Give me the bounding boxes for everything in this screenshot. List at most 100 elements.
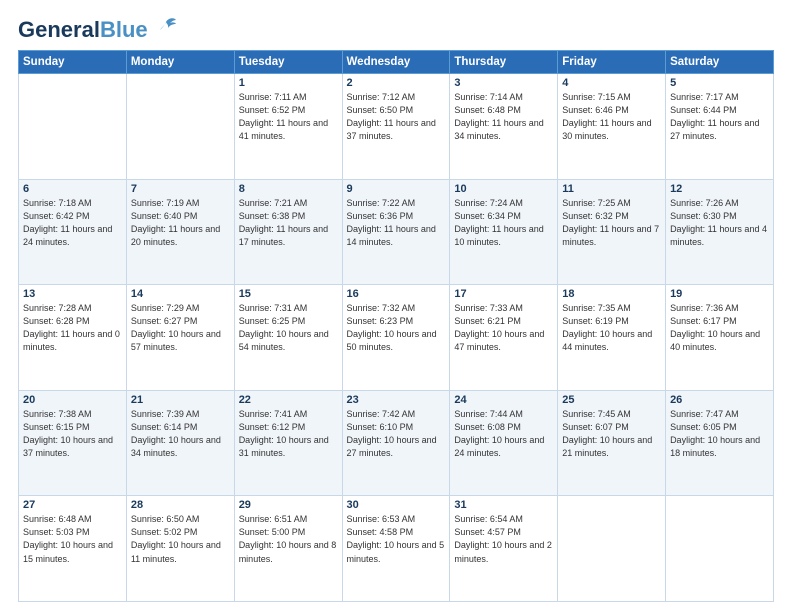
day-number: 29 — [239, 499, 338, 511]
day-number: 19 — [670, 288, 769, 300]
day-number: 26 — [670, 394, 769, 406]
day-number: 5 — [670, 77, 769, 89]
calendar-cell — [19, 74, 127, 180]
day-info: Sunrise: 7:41 AMSunset: 6:12 PMDaylight:… — [239, 408, 338, 460]
day-number: 4 — [562, 77, 661, 89]
day-info: Sunrise: 7:24 AMSunset: 6:34 PMDaylight:… — [454, 197, 553, 249]
day-info: Sunrise: 7:38 AMSunset: 6:15 PMDaylight:… — [23, 408, 122, 460]
day-info: Sunrise: 7:36 AMSunset: 6:17 PMDaylight:… — [670, 302, 769, 354]
calendar-cell: 10 Sunrise: 7:24 AMSunset: 6:34 PMDayligh… — [450, 179, 558, 285]
calendar-week-row: 13 Sunrise: 7:28 AMSunset: 6:28 PMDayligh… — [19, 285, 774, 391]
logo: GeneralBlue — [18, 18, 180, 42]
day-number: 1 — [239, 77, 338, 89]
calendar-cell: 21 Sunrise: 7:39 AMSunset: 6:14 PMDayligh… — [126, 390, 234, 496]
day-number: 8 — [239, 183, 338, 195]
day-number: 13 — [23, 288, 122, 300]
day-info: Sunrise: 7:18 AMSunset: 6:42 PMDaylight:… — [23, 197, 122, 249]
day-number: 6 — [23, 183, 122, 195]
day-info: Sunrise: 7:33 AMSunset: 6:21 PMDaylight:… — [454, 302, 553, 354]
day-info: Sunrise: 7:39 AMSunset: 6:14 PMDaylight:… — [131, 408, 230, 460]
calendar-cell: 4Sunrise: 7:15 AMSunset: 6:46 PMDaylight… — [558, 74, 666, 180]
calendar-cell — [126, 74, 234, 180]
day-number: 2 — [347, 77, 446, 89]
day-number: 7 — [131, 183, 230, 195]
weekday-header-saturday: Saturday — [666, 51, 774, 74]
calendar-cell: 14Sunrise: 7:29 AMSunset: 6:27 PMDayligh… — [126, 285, 234, 391]
calendar-cell: 28 Sunrise: 6:50 AMSunset: 5:02 PMDayligh… — [126, 496, 234, 602]
day-number: 10 — [454, 183, 553, 195]
calendar-cell: 31 Sunrise: 6:54 AMSunset: 4:57 PMDayligh… — [450, 496, 558, 602]
calendar-cell — [558, 496, 666, 602]
calendar-cell — [666, 496, 774, 602]
day-info: Sunrise: 7:28 AMSunset: 6:28 PMDaylight:… — [23, 302, 122, 354]
day-info: Sunrise: 7:21 AMSunset: 6:38 PMDaylight:… — [239, 197, 338, 249]
weekday-header-monday: Monday — [126, 51, 234, 74]
day-info: Sunrise: 7:17 AMSunset: 6:44 PMDaylight:… — [670, 91, 769, 143]
weekday-header-thursday: Thursday — [450, 51, 558, 74]
day-number: 3 — [454, 77, 553, 89]
day-info: Sunrise: 7:19 AMSunset: 6:40 PMDaylight:… — [131, 197, 230, 249]
calendar-cell: 27 Sunrise: 6:48 AMSunset: 5:03 PMDayligh… — [19, 496, 127, 602]
logo-bird-icon — [152, 14, 180, 42]
day-info: Sunrise: 6:54 AMSunset: 4:57 PMDaylight:… — [454, 513, 553, 565]
calendar-cell: 29Sunrise: 6:51 AMSunset: 5:00 PMDayligh… — [234, 496, 342, 602]
day-number: 27 — [23, 499, 122, 511]
day-info: Sunrise: 6:53 AMSunset: 4:58 PMDaylight:… — [347, 513, 446, 565]
calendar-cell: 19 Sunrise: 7:36 AMSunset: 6:17 PMDayligh… — [666, 285, 774, 391]
calendar-cell: 11 Sunrise: 7:25 AMSunset: 6:32 PMDayligh… — [558, 179, 666, 285]
day-info: Sunrise: 7:44 AMSunset: 6:08 PMDaylight:… — [454, 408, 553, 460]
logo-blue-text: Blue — [100, 17, 148, 42]
calendar-header: SundayMondayTuesdayWednesdayThursdayFrid… — [19, 51, 774, 74]
day-number: 23 — [347, 394, 446, 406]
day-number: 14 — [131, 288, 230, 300]
day-number: 31 — [454, 499, 553, 511]
calendar-cell: 13 Sunrise: 7:28 AMSunset: 6:28 PMDayligh… — [19, 285, 127, 391]
day-info: Sunrise: 7:31 AMSunset: 6:25 PMDaylight:… — [239, 302, 338, 354]
weekday-header-friday: Friday — [558, 51, 666, 74]
day-number: 9 — [347, 183, 446, 195]
calendar-cell: 1 Sunrise: 7:11 AMSunset: 6:52 PMDaylight… — [234, 74, 342, 180]
day-info: Sunrise: 7:47 AMSunset: 6:05 PMDaylight:… — [670, 408, 769, 460]
day-info: Sunrise: 6:50 AMSunset: 5:02 PMDaylight:… — [131, 513, 230, 565]
day-info: Sunrise: 7:42 AMSunset: 6:10 PMDaylight:… — [347, 408, 446, 460]
day-number: 21 — [131, 394, 230, 406]
day-number: 24 — [454, 394, 553, 406]
day-number: 28 — [131, 499, 230, 511]
calendar-cell: 22 Sunrise: 7:41 AMSunset: 6:12 PMDayligh… — [234, 390, 342, 496]
weekday-row: SundayMondayTuesdayWednesdayThursdayFrid… — [19, 51, 774, 74]
calendar-cell: 20 Sunrise: 7:38 AMSunset: 6:15 PMDayligh… — [19, 390, 127, 496]
day-number: 16 — [347, 288, 446, 300]
day-info: Sunrise: 7:25 AMSunset: 6:32 PMDaylight:… — [562, 197, 661, 249]
day-info: Sunrise: 7:26 AMSunset: 6:30 PMDaylight:… — [670, 197, 769, 249]
calendar-cell: 7 Sunrise: 7:19 AMSunset: 6:40 PMDaylight… — [126, 179, 234, 285]
day-info: Sunrise: 6:48 AMSunset: 5:03 PMDaylight:… — [23, 513, 122, 565]
weekday-header-wednesday: Wednesday — [342, 51, 450, 74]
calendar-cell: 26 Sunrise: 7:47 AMSunset: 6:05 PMDayligh… — [666, 390, 774, 496]
calendar-cell: 8 Sunrise: 7:21 AMSunset: 6:38 PMDaylight… — [234, 179, 342, 285]
weekday-header-tuesday: Tuesday — [234, 51, 342, 74]
day-number: 20 — [23, 394, 122, 406]
calendar-cell: 25 Sunrise: 7:45 AMSunset: 6:07 PMDayligh… — [558, 390, 666, 496]
day-number: 22 — [239, 394, 338, 406]
day-number: 11 — [562, 183, 661, 195]
calendar-week-row: 6 Sunrise: 7:18 AMSunset: 6:42 PMDaylight… — [19, 179, 774, 285]
page: GeneralBlue SundayMondayTuesdayWednesday… — [0, 0, 792, 612]
weekday-header-sunday: Sunday — [19, 51, 127, 74]
calendar-cell: 6 Sunrise: 7:18 AMSunset: 6:42 PMDaylight… — [19, 179, 127, 285]
day-info: Sunrise: 7:45 AMSunset: 6:07 PMDaylight:… — [562, 408, 661, 460]
calendar-cell: 30 Sunrise: 6:53 AMSunset: 4:58 PMDayligh… — [342, 496, 450, 602]
calendar-body: 1 Sunrise: 7:11 AMSunset: 6:52 PMDaylight… — [19, 74, 774, 602]
calendar: SundayMondayTuesdayWednesdayThursdayFrid… — [18, 50, 774, 602]
day-info: Sunrise: 7:11 AMSunset: 6:52 PMDaylight:… — [239, 91, 338, 143]
calendar-cell: 2Sunrise: 7:12 AMSunset: 6:50 PMDaylight… — [342, 74, 450, 180]
day-number: 30 — [347, 499, 446, 511]
day-number: 12 — [670, 183, 769, 195]
day-info: Sunrise: 7:22 AMSunset: 6:36 PMDaylight:… — [347, 197, 446, 249]
calendar-week-row: 1 Sunrise: 7:11 AMSunset: 6:52 PMDaylight… — [19, 74, 774, 180]
day-number: 25 — [562, 394, 661, 406]
day-number: 15 — [239, 288, 338, 300]
calendar-cell: 12 Sunrise: 7:26 AMSunset: 6:30 PMDayligh… — [666, 179, 774, 285]
calendar-cell: 9 Sunrise: 7:22 AMSunset: 6:36 PMDaylight… — [342, 179, 450, 285]
day-info: Sunrise: 7:35 AMSunset: 6:19 PMDaylight:… — [562, 302, 661, 354]
calendar-cell: 23 Sunrise: 7:42 AMSunset: 6:10 PMDayligh… — [342, 390, 450, 496]
